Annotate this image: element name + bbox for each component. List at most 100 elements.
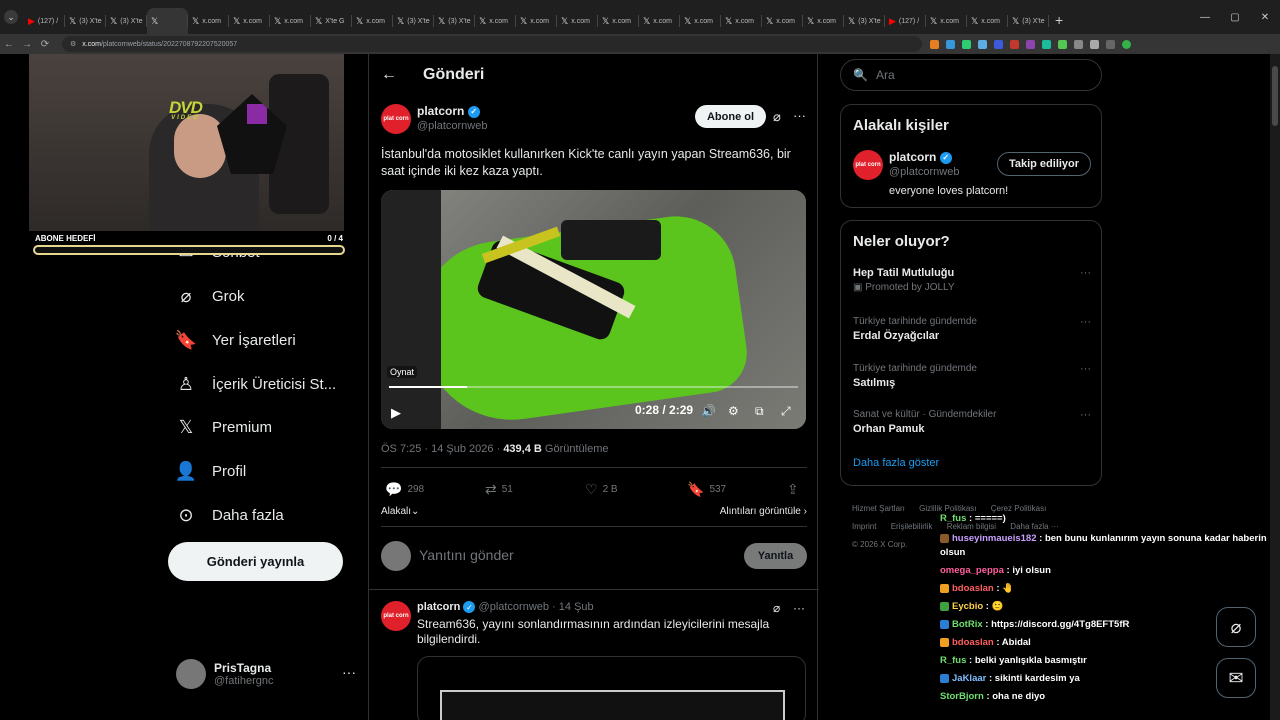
browser-tab[interactable]: 𝕏x.com (270, 8, 311, 34)
forward-icon[interactable]: → (18, 39, 36, 50)
browser-tab[interactable]: 𝕏x.com (639, 8, 680, 34)
trend-item[interactable]: Türkiye tarihinde gündemde Erdal Özyağcı… (853, 316, 1091, 342)
browser-tab[interactable]: 𝕏x.com (188, 8, 229, 34)
extension-icon[interactable] (1026, 39, 1035, 49)
extension-icon[interactable] (1010, 39, 1019, 49)
browser-tab[interactable]: 𝕏x.com (803, 8, 844, 34)
picture-in-picture-icon[interactable]: ⧉ (755, 404, 764, 419)
show-more-link[interactable]: Daha fazla göster (853, 457, 939, 469)
new-tab-button[interactable]: + (1055, 12, 1063, 28)
trend-item[interactable]: Sanat ve kültür · Gündemdekiler Orhan Pa… (853, 409, 1091, 435)
extension-icon[interactable] (946, 39, 955, 49)
messages-fab-button[interactable]: ✉ (1216, 658, 1256, 698)
tab-search-button[interactable]: ⌄ (4, 10, 18, 24)
nav-item-more[interactable]: ⊙ Daha fazla (176, 505, 283, 525)
browser-tab[interactable]: 𝕏x.com (926, 8, 967, 34)
browser-tab[interactable]: 𝕏 (3) X'te (434, 8, 475, 34)
footer-link[interactable]: Erişilebilirlik (891, 522, 933, 531)
site-info-icon[interactable]: ⚙ (70, 40, 76, 48)
nav-item-creator-studio[interactable]: ♙ İçerik Üreticisi St... (176, 374, 336, 394)
grok-icon[interactable]: ⌀ (773, 109, 781, 125)
video-player[interactable]: Oynat ▶ 0:28 / 2:29 🔊 ⚙ ⧉ ⤢ (381, 190, 806, 429)
browser-tab[interactable]: 𝕏 (3) X'te (844, 8, 885, 34)
avatar[interactable]: plat corn (381, 104, 411, 134)
extension-icon[interactable] (1058, 39, 1067, 49)
nav-item-grok[interactable]: ⌀ Grok (176, 286, 245, 306)
browser-tab[interactable]: 𝕏x.com (721, 8, 762, 34)
reload-icon[interactable]: ⟳ (36, 39, 54, 50)
more-icon[interactable]: ··· (1080, 409, 1091, 421)
browser-tab[interactable]: 𝕏x.com (352, 8, 393, 34)
volume-icon[interactable]: 🔊 (701, 404, 716, 418)
footer-link[interactable]: Hizmet Şartları (852, 504, 905, 513)
grok-fab-button[interactable]: ⌀ (1216, 607, 1256, 647)
more-icon[interactable]: ··· (342, 664, 356, 680)
download-icon[interactable] (1106, 39, 1115, 49)
extension-icon[interactable] (962, 39, 971, 49)
avatar[interactable]: plat corn (381, 601, 411, 631)
avatar[interactable]: plat corn (853, 150, 883, 180)
browser-tab[interactable]: 𝕏x.com (475, 8, 516, 34)
nav-item-bookmarks[interactable]: 🔖 Yer İşaretleri (175, 330, 296, 350)
trend-item[interactable]: Türkiye tarihinde gündemde Satılmış ··· (853, 363, 1091, 389)
browser-tab[interactable]: 𝕏 (147, 8, 188, 34)
nav-item-profile[interactable]: 👤 Profil (175, 461, 246, 481)
back-arrow-icon[interactable]: ← (381, 66, 405, 84)
more-icon[interactable]: ··· (793, 601, 805, 615)
browser-tab[interactable]: 𝕏x.com (762, 8, 803, 34)
fullscreen-icon[interactable]: ⤢ (781, 404, 791, 419)
settings-icon[interactable]: ⚙ (728, 404, 739, 418)
account-switcher[interactable]: PrisTagna @fatihergnc ··· (176, 656, 356, 692)
extension-icon[interactable] (1074, 39, 1083, 49)
repost-button[interactable]: ⇄ 51 (485, 481, 513, 498)
share-button[interactable]: ⇪ (787, 481, 799, 498)
video-progress-bar[interactable] (389, 386, 798, 388)
browser-tab[interactable]: 𝕏 (3) X'te (393, 8, 434, 34)
profile-avatar-icon[interactable] (1122, 39, 1131, 49)
footer-link[interactable]: Imprint (852, 522, 876, 531)
more-icon[interactable]: ··· (1080, 363, 1091, 375)
back-icon[interactable]: ← (0, 39, 18, 50)
browser-tab[interactable]: 𝕏 X'te G (311, 8, 352, 34)
extension-icon[interactable] (978, 39, 987, 49)
extension-icon[interactable] (994, 39, 1003, 49)
following-button[interactable]: Takip ediliyor (997, 152, 1091, 176)
browser-tab[interactable]: 𝕏x.com (229, 8, 270, 34)
browser-tab[interactable]: 𝕏x.com (967, 8, 1008, 34)
footer-link[interactable]: Daha fazla ··· (1010, 522, 1058, 531)
view-quotes-link[interactable]: Alıntıları görüntüle › (720, 506, 807, 517)
subscribe-button[interactable]: Abone ol (695, 105, 766, 128)
close-window-button[interactable]: ✕ (1250, 0, 1280, 34)
extensions-puzzle-icon[interactable] (1090, 39, 1099, 49)
page-scrollbar[interactable] (1270, 54, 1280, 720)
minimize-button[interactable]: — (1190, 0, 1220, 34)
extension-icon[interactable] (1042, 39, 1051, 49)
address-bar[interactable]: ⚙ x.com/platcornweb/status/2022708792207… (62, 36, 922, 52)
browser-tab[interactable]: 𝕏x.com (516, 8, 557, 34)
browser-tab[interactable]: 𝕏 (3) X'te (1008, 8, 1049, 34)
more-icon[interactable]: ··· (1080, 267, 1091, 279)
more-icon[interactable]: ··· (793, 108, 806, 123)
more-icon[interactable]: ··· (1080, 316, 1091, 328)
search-input[interactable]: 🔍 Ara (840, 59, 1102, 91)
post-button[interactable]: Gönderi yayınla (168, 542, 343, 581)
extension-icon[interactable] (930, 39, 939, 49)
browser-tab[interactable]: ▶ (127) / (24, 8, 65, 34)
sort-dropdown[interactable]: Alakalı⌄ (381, 506, 419, 517)
media-card[interactable] (417, 656, 806, 720)
nav-item-premium[interactable]: 𝕏 Premium (176, 417, 272, 437)
browser-tab[interactable]: 𝕏 (3) X'te (65, 8, 106, 34)
maximize-button[interactable]: ▢ (1220, 0, 1250, 34)
browser-tab[interactable]: 𝕏x.com (680, 8, 721, 34)
like-button[interactable]: ♡ 2 B (585, 481, 618, 498)
tweet-timestamp[interactable]: ÖS 7:25 · 14 Şub 2026 · (381, 443, 503, 455)
browser-tab[interactable]: ▶ (127) / (885, 8, 926, 34)
reply-input[interactable]: Yanıtını gönder (419, 547, 514, 563)
trend-item[interactable]: Hep Tatil Mutluluğu ▣ Promoted by JOLLY … (853, 267, 1091, 293)
chat-text[interactable]: : https://discord.gg/4Tg8EFT5fR (983, 619, 1129, 630)
tweet-author[interactable]: plat corn platcorn ✓ @platcornweb (381, 104, 487, 134)
browser-tab[interactable]: 𝕏x.com (557, 8, 598, 34)
scrollbar-thumb[interactable] (1272, 66, 1278, 126)
browser-tab[interactable]: 𝕏 (3) X'te (106, 8, 147, 34)
browser-tab[interactable]: 𝕏x.com (598, 8, 639, 34)
